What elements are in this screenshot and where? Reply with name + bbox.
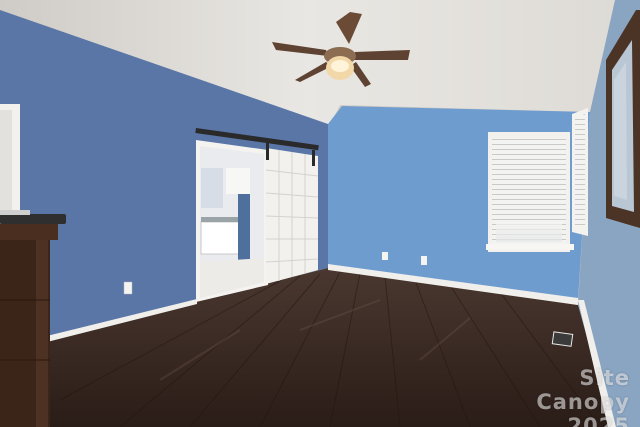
outlet-back-2	[421, 256, 427, 265]
window-back-wall	[486, 132, 574, 252]
outlet-back-1	[382, 252, 388, 260]
room-illustration	[0, 0, 640, 427]
window-right-wall	[572, 108, 588, 236]
left-doorway	[0, 104, 20, 212]
outlet-left	[123, 281, 133, 295]
floor-vent	[551, 331, 574, 347]
bathroom-doorway	[196, 140, 268, 302]
room-photo: Site Canopy 2025	[0, 0, 640, 427]
watermark-text: Site Canopy 2025	[536, 366, 630, 427]
